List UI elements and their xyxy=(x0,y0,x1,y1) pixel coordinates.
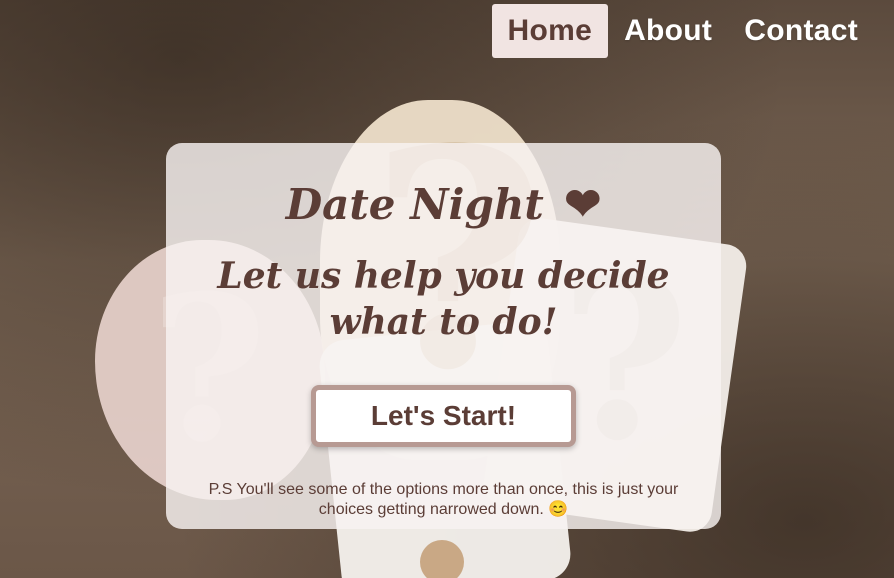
nav-contact-link[interactable]: Contact xyxy=(728,4,874,58)
title-text: Date Night xyxy=(285,180,544,229)
heart-icon: ❤ xyxy=(564,179,602,230)
nav-about-link[interactable]: About xyxy=(608,4,728,58)
nav-home-link[interactable]: Home xyxy=(491,4,609,58)
page-title: Date Night ❤ xyxy=(166,179,721,230)
hero-card: Date Night ❤ Let us help you decide what… xyxy=(166,143,721,529)
start-button[interactable]: Let's Start! xyxy=(311,385,576,447)
info-note: P.S You'll see some of the options more … xyxy=(208,481,679,518)
paper-dot xyxy=(420,540,464,578)
page-subtitle: Let us help you decide what to do! xyxy=(217,255,670,343)
top-nav: Home About Contact xyxy=(491,4,874,58)
